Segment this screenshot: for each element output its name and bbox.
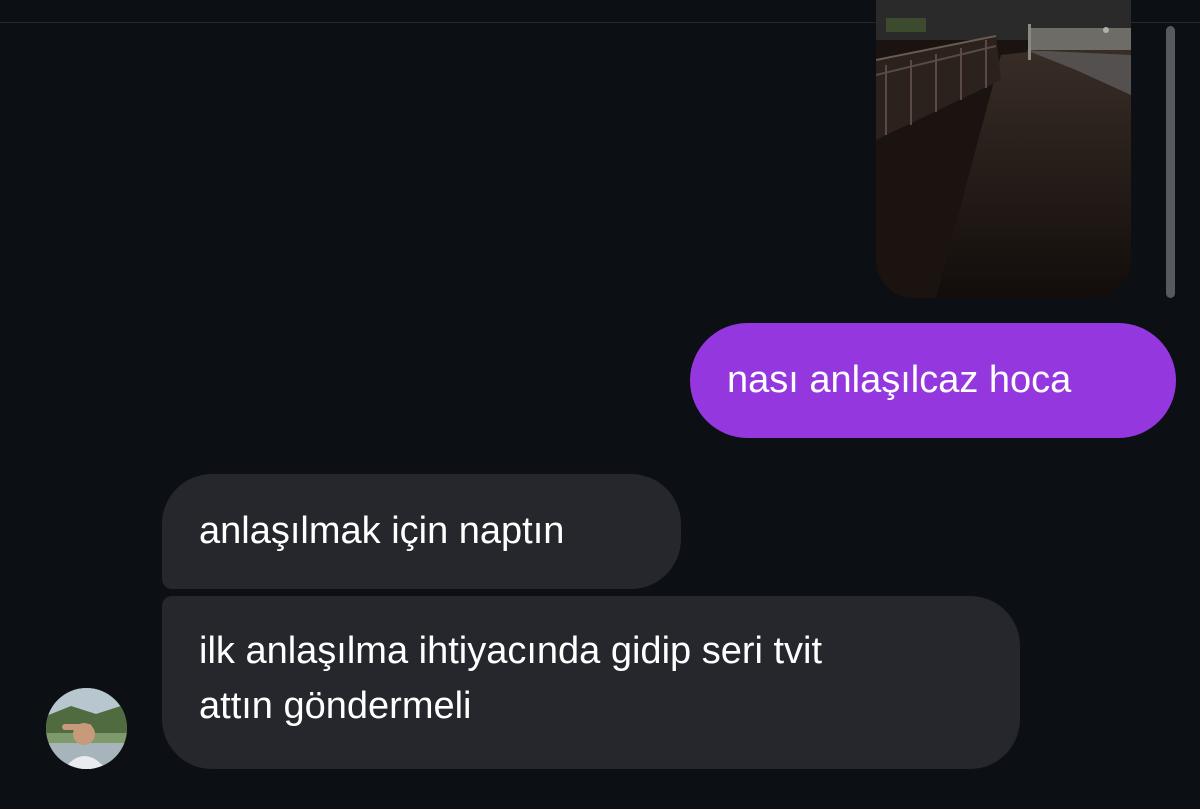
- sent-message-bubble[interactable]: nası anlaşılcaz hoca: [690, 323, 1176, 438]
- scrollbar[interactable]: [1166, 26, 1175, 298]
- avatar-icon[interactable]: [46, 688, 127, 769]
- photo-thumbnail: [876, 0, 1131, 298]
- received-message-bubble[interactable]: anlaşılmak için naptın: [162, 474, 681, 589]
- sent-photo-message[interactable]: [876, 0, 1131, 298]
- message-text-line: attın göndermeli: [199, 685, 472, 727]
- message-text: nası anlaşılcaz hoca: [727, 359, 1072, 401]
- message-text-line: ilk anlaşılma ihtiyacında gidip seri tvi…: [199, 630, 823, 672]
- message-text: anlaşılmak için naptın: [199, 510, 565, 552]
- received-message-bubble[interactable]: ilk anlaşılma ihtiyacında gidip seri tvi…: [162, 596, 1020, 769]
